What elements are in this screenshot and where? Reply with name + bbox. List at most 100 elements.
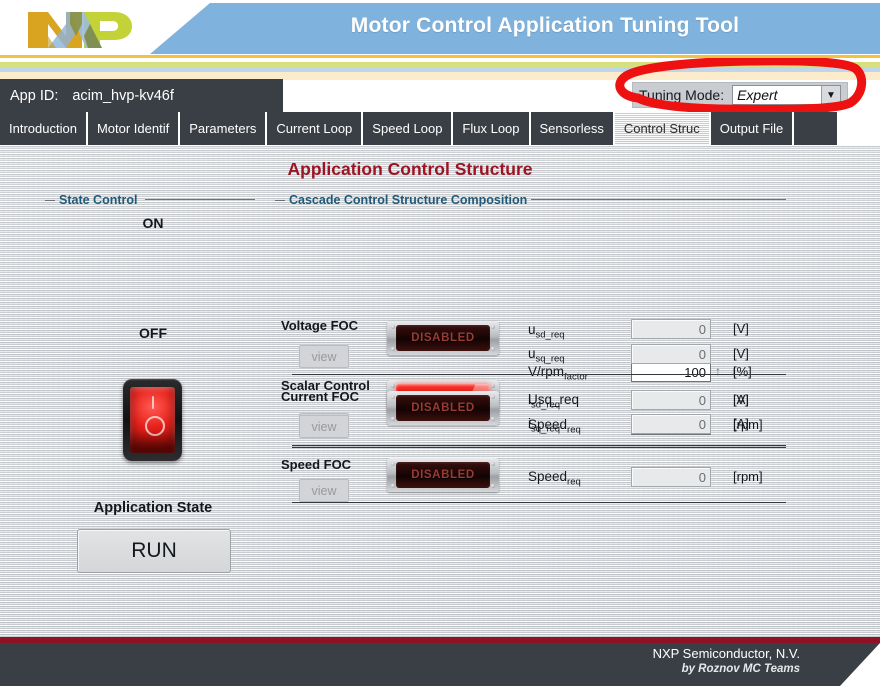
tab-sensorless[interactable]: Sensorless <box>531 112 615 145</box>
view-button-voltage-foc[interactable]: view <box>299 345 349 368</box>
field-label-usd-req: usd_req <box>528 322 565 341</box>
page-title: Motor Control Application Tuning Tool <box>350 14 740 37</box>
tab-speed-loop[interactable]: Speed Loop <box>363 112 454 145</box>
app-id-bar: App ID: acim_hvp-kv46f <box>0 79 283 112</box>
screw-icon <box>391 325 395 329</box>
tab-parameters[interactable]: Parameters <box>180 112 268 145</box>
row-separator <box>292 447 786 448</box>
tab-current-loop[interactable]: Current Loop <box>267 112 364 145</box>
screw-icon <box>391 384 395 388</box>
unit-speed-req-foc: [rpm] <box>733 469 763 484</box>
row-label-current-foc: Current FOC <box>281 389 359 404</box>
input-vrpm-factor[interactable]: 100 <box>631 362 711 382</box>
window-bottom-edge <box>0 686 880 691</box>
screw-icon <box>491 347 495 351</box>
power-rocker-switch[interactable] <box>123 379 182 461</box>
screw-icon <box>391 462 395 466</box>
row-label-voltage-foc: Voltage FOC <box>281 318 359 333</box>
unit-usd-req: [V] <box>733 321 749 336</box>
tab-label: Parameters <box>189 121 257 136</box>
group-title-label: State Control <box>59 193 138 207</box>
toggle-voltage-foc[interactable]: DISABLED <box>387 321 499 355</box>
tab-label: Motor Identif <box>96 121 170 136</box>
toggle-current-foc[interactable]: DISABLED <box>387 391 499 425</box>
input-usq-req-foc: 0 <box>631 344 711 364</box>
row-separator <box>292 445 786 446</box>
tuning-mode-panel: Tuning Mode: Expert ▼ <box>632 82 848 108</box>
screw-icon <box>491 395 495 399</box>
screw-icon <box>391 484 395 488</box>
tuning-mode-value: Expert <box>737 87 778 103</box>
field-label-isq-req: isq_req <box>528 416 560 435</box>
switch-on-label: ON <box>142 215 164 231</box>
field-label-speed-req-foc: Speedreq <box>528 469 581 488</box>
chevron-down-icon[interactable]: ▼ <box>821 86 840 104</box>
nxp-logo-icon <box>26 10 138 50</box>
field-label-sub: req <box>567 476 581 488</box>
screw-icon <box>391 417 395 421</box>
field-label-sub: sq_req <box>535 353 565 365</box>
rocker-face <box>130 387 175 453</box>
field-label-main: Speed <box>528 469 568 484</box>
field-label-sub: req <box>567 424 581 436</box>
tab-introduction[interactable]: Introduction <box>0 112 88 145</box>
app-id-label: App ID: <box>10 87 59 104</box>
tuning-mode-select[interactable]: Expert ▼ <box>732 85 841 105</box>
unit-isq-req: [A] <box>733 416 749 431</box>
group-title-label: Cascade Control Structure Composition <box>289 193 528 207</box>
unit-usq-req-foc: [V] <box>733 346 749 361</box>
view-button-current-foc[interactable]: view <box>299 415 349 438</box>
section-title: Application Control Structure <box>287 159 533 179</box>
group-title-cascade: Cascade Control Structure Composition <box>275 193 527 207</box>
tab-output-file[interactable]: Output File <box>711 112 795 145</box>
group-dash-icon <box>45 200 55 201</box>
field-label-main: u <box>528 322 536 337</box>
application-state-value: RUN <box>77 529 231 573</box>
footer-company: NXP Semiconductor, N.V. <box>652 646 800 661</box>
screw-icon <box>491 384 495 388</box>
tab-label: Sensorless <box>539 121 604 136</box>
rocker-shadow <box>130 431 175 453</box>
view-button-speed-foc[interactable]: view <box>299 479 349 502</box>
header-gold-band <box>0 55 880 58</box>
footer-team: by Roznov MC Teams <box>681 663 800 675</box>
application-state-label: Application State <box>93 500 213 516</box>
unit-isd-req: [A] <box>733 392 749 407</box>
tab-control-struc[interactable]: Control Struc <box>615 112 711 145</box>
input-isd-req: 0 <box>631 390 711 410</box>
toggle-state-label: DISABLED <box>396 462 490 488</box>
row-separator <box>292 502 786 503</box>
unit-vrpm-factor: [%] <box>733 364 752 379</box>
group-dash-icon <box>275 200 285 201</box>
tab-motor-identif[interactable]: Motor Identif <box>88 112 181 145</box>
toggle-state-label: DISABLED <box>396 395 490 421</box>
field-label-usq-req-foc: usq_req <box>528 346 565 365</box>
tab-label: Flux Loop <box>462 121 520 136</box>
field-label-sub: sd_req <box>531 399 561 411</box>
input-speed-req-foc: 0 <box>631 467 711 487</box>
screw-icon <box>391 395 395 399</box>
input-isq-req: 0 <box>631 414 711 434</box>
screw-icon <box>491 462 495 466</box>
tab-label: Speed Loop <box>372 121 443 136</box>
field-label-sub: sq_req <box>531 423 561 435</box>
screw-icon <box>491 417 495 421</box>
switch-off-label: OFF <box>139 325 167 341</box>
tab-bar-filler <box>794 112 837 145</box>
tab-label: Introduction <box>9 121 77 136</box>
group-rule-state-control <box>145 199 255 200</box>
tab-bar: Introduction Motor Identif Parameters Cu… <box>0 112 837 145</box>
main-panel: Application Control Structure State Cont… <box>0 145 880 637</box>
toggle-speed-foc[interactable]: DISABLED <box>387 458 499 492</box>
field-label-isd-req: isd_req <box>528 392 560 411</box>
row-label-speed-foc: Speed FOC <box>281 457 352 472</box>
row-separator <box>292 374 786 375</box>
tuning-mode-label: Tuning Mode: <box>639 87 725 103</box>
field-label-main: u <box>528 346 536 361</box>
footer-red-rule <box>0 637 880 643</box>
tab-label: Current Loop <box>276 121 353 136</box>
app-header: Motor Control Application Tuning Tool <box>0 0 880 58</box>
tab-flux-loop[interactable]: Flux Loop <box>453 112 531 145</box>
screw-icon <box>491 325 495 329</box>
group-title-state-control: State Control <box>45 193 137 207</box>
